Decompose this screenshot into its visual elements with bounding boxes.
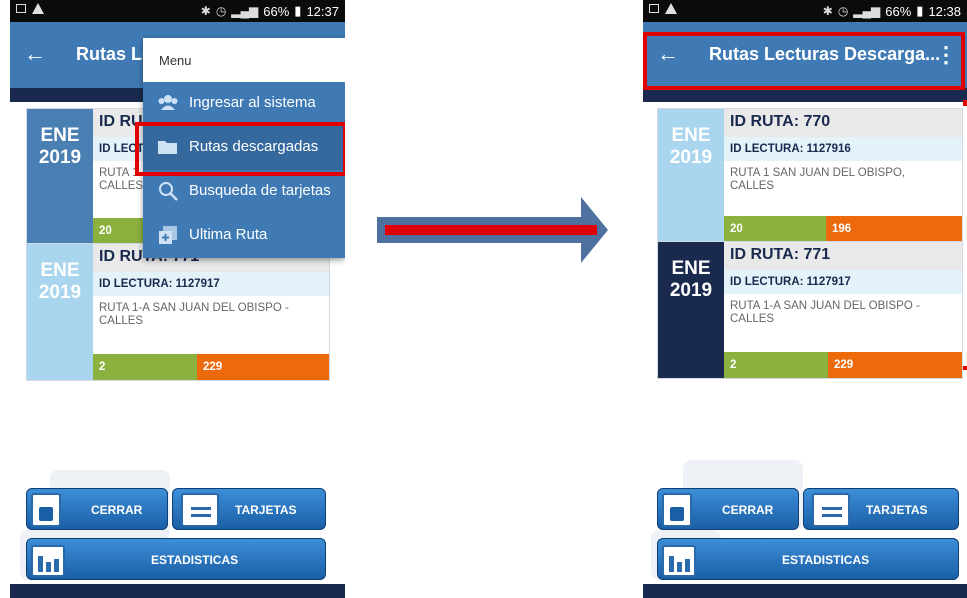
bar-chart-icon <box>662 545 696 577</box>
highlight-box <box>643 32 965 90</box>
menu-header: Menu <box>143 38 345 82</box>
tarjetas-button[interactable]: TARJETAS <box>172 488 326 530</box>
count-green: 20 <box>724 216 826 242</box>
route-card[interactable]: ENE 2019 ID RUTA: 771 ID LECTURA: 112791… <box>26 243 330 381</box>
header-stripe <box>643 88 967 102</box>
users-icon <box>158 95 178 110</box>
alarm-icon: ◷ <box>837 4 849 18</box>
menu-item-busqueda[interactable]: Busqueda de tarjetas <box>143 170 345 214</box>
year-label: 2019 <box>669 280 713 301</box>
tarjetas-label: TARJETAS <box>866 503 928 517</box>
bottom-bar <box>10 584 345 598</box>
id-ruta: ID RUTA: 770 <box>730 113 831 130</box>
id-ruta: ID RUTA: 771 <box>730 246 831 263</box>
tarjetas-label: TARJETAS <box>235 503 297 517</box>
count-orange: 229 <box>828 352 962 378</box>
month-label: ENE <box>671 125 711 146</box>
menu-item-ingresar[interactable]: Ingresar al sistema <box>143 82 345 126</box>
estadisticas-button[interactable]: ESTADISTICAS <box>26 538 326 580</box>
month-badge: ENE 2019 <box>658 109 724 242</box>
count-green: 2 <box>93 354 197 380</box>
bluetooth-icon: ✱ <box>822 4 833 18</box>
route-description: RUTA 1 SAN JUAN DEL OBISPO, CALLES <box>730 167 906 192</box>
warning-icon <box>32 3 44 14</box>
cards-icon <box>812 493 850 527</box>
bluetooth-icon: ✱ <box>200 4 211 18</box>
route-description: RUTA 1-A SAN JUAN DEL OBISPO - CALLES <box>730 300 920 325</box>
app-title: Rutas Le <box>76 44 153 64</box>
year-label: 2019 <box>669 147 713 168</box>
cerrar-button[interactable]: CERRAR <box>657 488 799 530</box>
month-label: ENE <box>671 258 711 279</box>
id-lectura: ID LECTURA: 1127916 <box>730 143 851 155</box>
tarjetas-button[interactable]: TARJETAS <box>803 488 959 530</box>
cerrar-label: CERRAR <box>722 503 774 517</box>
battery-level: 66% <box>885 3 912 19</box>
menu-item-label: Ultima Ruta <box>189 226 268 243</box>
estadisticas-label: ESTADISTICAS <box>782 553 870 567</box>
battery-level: 66% <box>263 3 290 19</box>
cards-icon <box>181 493 219 527</box>
lock-icon <box>662 493 692 527</box>
month-label: ENE <box>40 125 80 146</box>
highlight-edge-mark <box>963 100 967 106</box>
id-lectura: ID LECTURA: 1127917 <box>730 276 851 288</box>
phone-screen-left: ✱ ◷ ▂▄▆ 66% ▮ 12:37 ← Rutas Le ENE 2019 … <box>10 0 345 598</box>
count-green: 2 <box>724 352 828 378</box>
month-label: ENE <box>40 260 80 281</box>
count-orange: 229 <box>197 354 329 380</box>
cerrar-button[interactable]: CERRAR <box>26 488 168 530</box>
clock: 12:37 <box>306 3 339 19</box>
warning-icon <box>665 3 677 14</box>
id-lectura: ID LECTURA: 1127917 <box>99 278 220 290</box>
search-icon <box>159 182 178 201</box>
clock: 12:38 <box>928 3 961 19</box>
signal-icon: ▂▄▆ <box>853 4 881 18</box>
lock-icon <box>31 493 61 527</box>
battery-icon: ▮ <box>294 3 302 18</box>
add-layers-icon <box>159 226 177 244</box>
count-orange: 196 <box>826 216 962 242</box>
bar-chart-icon <box>31 545 65 577</box>
menu-item-label: Busqueda de tarjetas <box>189 182 331 199</box>
alarm-icon: ◷ <box>215 4 227 18</box>
status-bar: ✱ ◷ ▂▄▆ 66% ▮ 12:38 <box>643 0 967 22</box>
status-bar: ✱ ◷ ▂▄▆ 66% ▮ 12:37 <box>10 0 345 22</box>
menu-item-ultima-ruta[interactable]: Ultima Ruta <box>143 214 345 258</box>
notification-icon <box>16 4 26 13</box>
arrow-red-line <box>385 225 597 235</box>
cerrar-label: CERRAR <box>91 503 143 517</box>
route-description: RUTA 1-A SAN JUAN DEL OBISPO - CALLES <box>99 302 289 327</box>
notification-icon <box>649 4 659 13</box>
month-badge: ENE 2019 <box>27 244 93 380</box>
estadisticas-button[interactable]: ESTADISTICAS <box>657 538 959 580</box>
highlight-box <box>135 122 345 176</box>
battery-icon: ▮ <box>916 3 924 18</box>
phone-screen-right: ✱ ◷ ▂▄▆ 66% ▮ 12:38 ← Rutas Lecturas Des… <box>643 0 967 598</box>
menu-item-label: Ingresar al sistema <box>189 94 316 111</box>
estadisticas-label: ESTADISTICAS <box>151 553 239 567</box>
route-card[interactable]: ENE 2019 ID RUTA: 770 ID LECTURA: 112791… <box>657 108 963 243</box>
signal-icon: ▂▄▆ <box>231 4 259 18</box>
year-label: 2019 <box>38 147 82 168</box>
month-badge: ENE 2019 <box>27 109 93 244</box>
year-label: 2019 <box>38 282 82 303</box>
route-card[interactable]: ENE 2019 ID RUTA: 771 ID LECTURA: 112791… <box>657 241 963 379</box>
month-badge: ENE 2019 <box>658 242 724 378</box>
back-arrow-icon[interactable]: ← <box>24 43 46 65</box>
bottom-bar <box>643 584 967 598</box>
transition-arrow <box>377 197 608 263</box>
